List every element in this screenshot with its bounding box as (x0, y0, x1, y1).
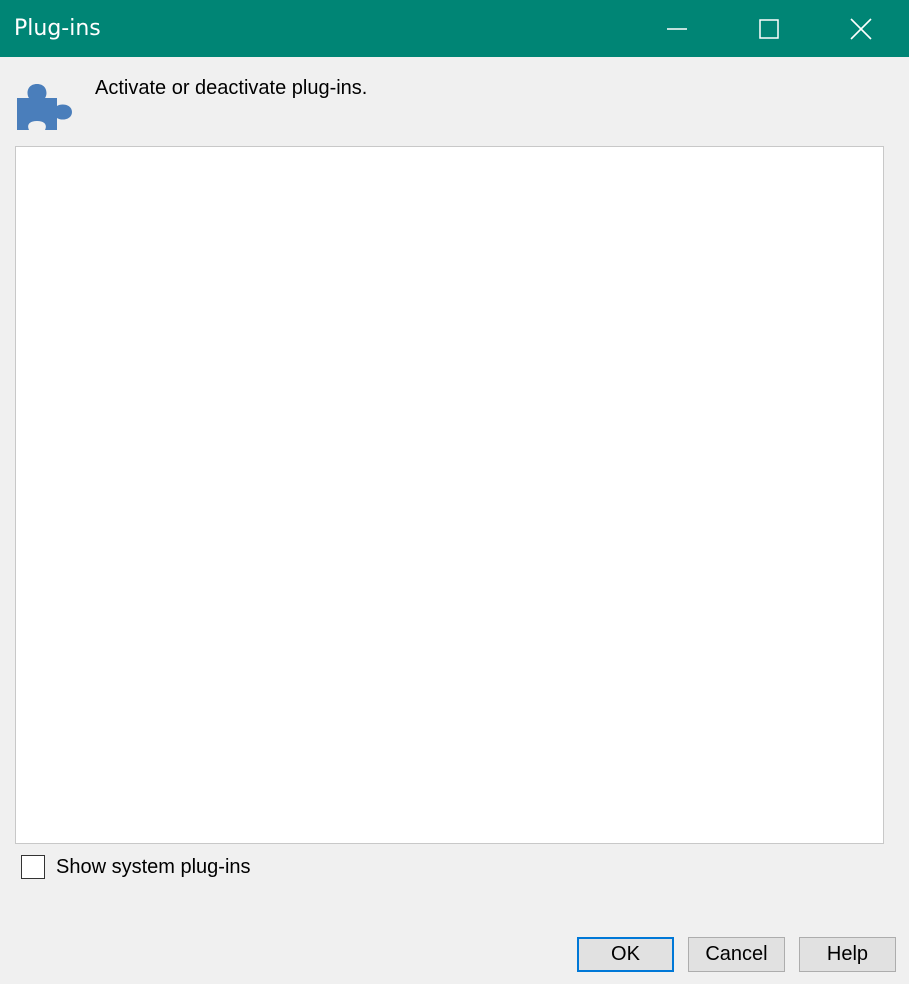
minimize-button[interactable] (631, 0, 723, 57)
dialog-description: Activate or deactivate plug-ins. (95, 77, 368, 99)
plugins-dialog: Plug-ins Activate or deactivate plug-ins… (0, 0, 909, 984)
plugin-list[interactable] (15, 146, 884, 844)
maximize-icon (759, 18, 779, 39)
help-button[interactable]: Help (799, 937, 896, 972)
minimize-icon (667, 27, 687, 30)
ok-button[interactable]: OK (577, 937, 674, 972)
close-button[interactable] (815, 0, 907, 57)
close-icon (850, 17, 872, 40)
maximize-button[interactable] (723, 0, 815, 57)
puzzle-piece-icon (15, 76, 79, 132)
cancel-button[interactable]: Cancel (688, 937, 785, 972)
show-system-plugins-label[interactable]: Show system plug-ins (56, 855, 251, 879)
show-system-plugins-checkbox[interactable] (21, 855, 45, 879)
title-bar[interactable]: Plug-ins (0, 0, 909, 57)
window-title: Plug-ins (14, 16, 101, 41)
show-system-plugins-option[interactable]: Show system plug-ins (21, 853, 251, 881)
